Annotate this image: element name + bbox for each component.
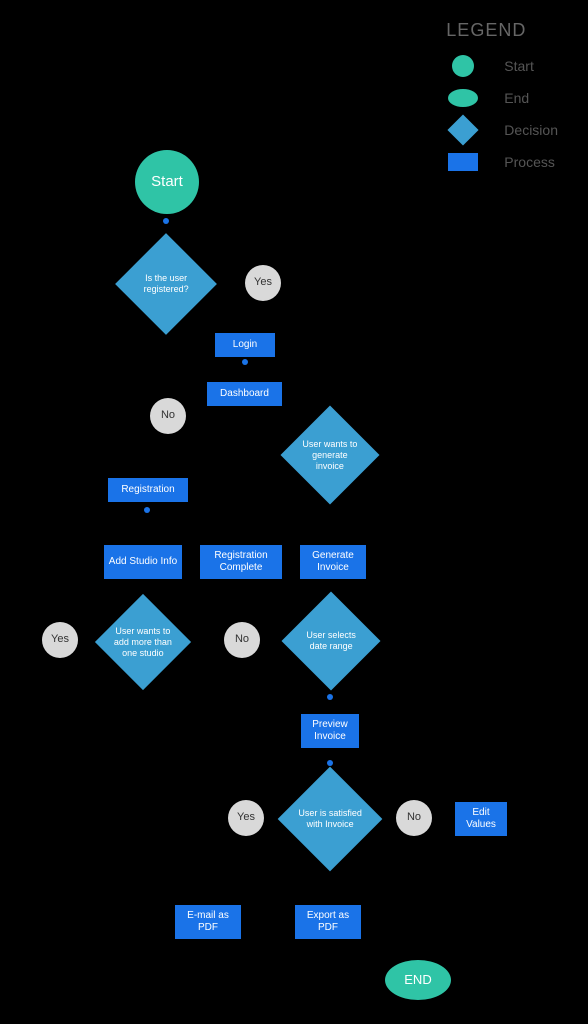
decision-date-range: User selects date range [282, 592, 381, 691]
decision-satisfied: User is satisfied with Invoice [278, 767, 383, 872]
branch-no-3: No [396, 800, 432, 836]
process-registration: Registration [108, 478, 188, 502]
process-label: E-mail as PDF [179, 910, 237, 934]
process-email-pdf: E-mail as PDF [175, 905, 241, 939]
decision-label: User wants to add more than one studio [113, 626, 173, 658]
process-icon [446, 153, 480, 171]
branch-no-1: No [150, 398, 186, 434]
process-preview: Preview Invoice [301, 714, 359, 748]
connector-dot [144, 507, 150, 513]
end-icon [446, 89, 480, 107]
branch-label: No [235, 633, 249, 646]
process-reg-complete: Registration Complete [200, 545, 282, 579]
process-generate-invoice: Generate Invoice [300, 545, 366, 579]
decision-label: Is the user registered? [134, 273, 198, 295]
legend-label: Start [504, 58, 534, 74]
branch-label: No [161, 409, 175, 422]
branch-label: Yes [51, 633, 69, 646]
process-label: Login [233, 339, 257, 351]
connector-dot [327, 760, 333, 766]
process-label: Registration Complete [204, 550, 278, 574]
start-label: Start [151, 173, 183, 191]
legend-title: LEGEND [446, 20, 558, 41]
branch-yes-3: Yes [228, 800, 264, 836]
branch-no-2: No [224, 622, 260, 658]
process-add-studio: Add Studio Info [104, 545, 182, 579]
legend-label: Process [504, 154, 555, 170]
process-label: Generate Invoice [304, 550, 362, 574]
decision-registered: Is the user registered? [115, 233, 217, 335]
process-label: Dashboard [220, 388, 269, 400]
process-login: Login [215, 333, 275, 357]
branch-yes-2: Yes [42, 622, 78, 658]
legend-row-decision: Decision [446, 119, 558, 141]
start-node: Start [135, 150, 199, 214]
process-dashboard: Dashboard [207, 382, 282, 406]
branch-label: No [407, 811, 421, 824]
legend: LEGEND Start End Decision Process [446, 20, 558, 183]
legend-label: Decision [504, 122, 558, 138]
legend-label: End [504, 90, 529, 106]
decision-generate: User wants to generate invoice [281, 406, 380, 505]
decision-label: User selects date range [300, 630, 362, 652]
branch-label: Yes [254, 276, 272, 289]
process-edit-values: Edit Values [455, 802, 507, 836]
start-icon [446, 55, 480, 77]
process-label: Registration [121, 484, 174, 496]
legend-row-process: Process [446, 153, 558, 171]
process-label: Preview Invoice [305, 719, 355, 743]
branch-label: Yes [237, 811, 255, 824]
end-label: END [404, 972, 431, 988]
branch-yes-1: Yes [245, 265, 281, 301]
decision-label: User is satisfied with Invoice [297, 808, 363, 830]
connector-dot [327, 694, 333, 700]
decision-more-studio: User wants to add more than one studio [95, 594, 191, 690]
end-node: END [385, 960, 451, 1000]
connector-dot [163, 218, 169, 224]
process-label: Export as PDF [299, 910, 357, 934]
legend-row-end: End [446, 89, 558, 107]
process-export-pdf: Export as PDF [295, 905, 361, 939]
legend-row-start: Start [446, 55, 558, 77]
connector-dot [242, 359, 248, 365]
process-label: Add Studio Info [109, 556, 177, 568]
process-label: Edit Values [459, 807, 503, 831]
decision-icon [446, 119, 480, 141]
decision-label: User wants to generate invoice [299, 439, 361, 471]
